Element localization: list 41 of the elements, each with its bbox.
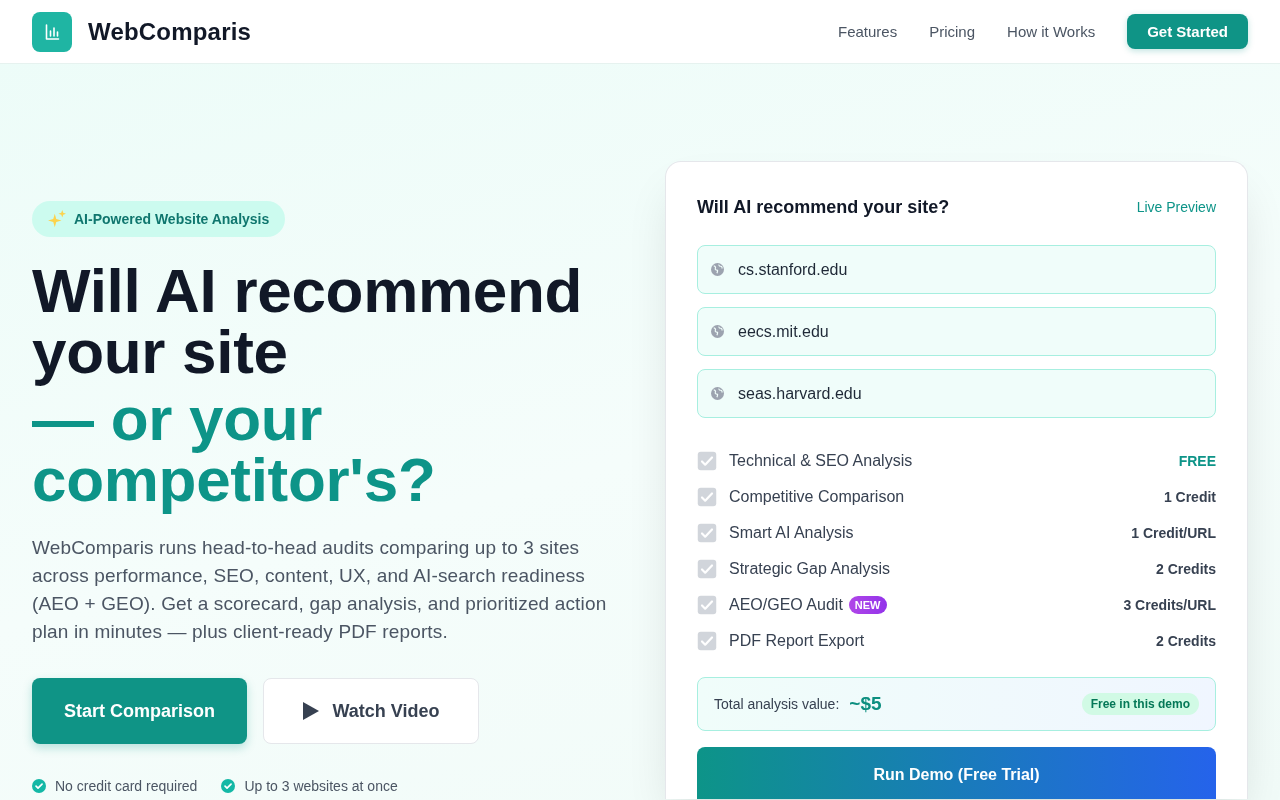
url-input[interactable]: seas.harvard.edu: [697, 369, 1216, 418]
pill-text: AI-Powered Website Analysis: [74, 211, 270, 227]
feature-label: Technical & SEO Analysis: [729, 452, 913, 470]
brand-name: WebComparis: [88, 17, 252, 46]
feature-label: PDF Report Export: [729, 632, 865, 650]
url-input[interactable]: eecs.mit.edu: [697, 307, 1216, 356]
start-comparison-button[interactable]: Start Comparison: [32, 678, 248, 744]
feature-label: Competitive Comparison: [729, 488, 905, 506]
lead-paragraph: WebComparis runs head-to-head audits comparing up to 3 sites across performance, SEO, content, UX, and AI-search readiness (AEO + GEO). Get a scorecard, gap analysis, and prioritized action plan in minutes — plus client-ready PDF reports.: [32, 536, 608, 644]
run-demo-button[interactable]: Run Demo (Free Trial): [697, 747, 1216, 799]
new-label: NEW: [848, 596, 887, 614]
total-label: Total analysis value:: [714, 696, 840, 712]
feature-label: AEO/GEO Audit: [729, 596, 843, 614]
nav-link[interactable]: How it Works: [1007, 23, 1096, 40]
live-preview-label: Live Preview: [1136, 199, 1216, 215]
perk-text: Up to 3 websites at once: [244, 777, 398, 796]
bar-chart-icon: [32, 11, 72, 52]
price-label: FREE: [1178, 453, 1216, 469]
price-label: 3 Credits/URL: [1123, 597, 1216, 613]
play-icon: [302, 702, 319, 720]
globe-icon: [711, 263, 724, 276]
check-circle-icon: [32, 779, 46, 793]
sparkle-icon: [48, 210, 66, 228]
price-label: 1 Credit: [1163, 489, 1216, 505]
price-label: 2 Credits: [1156, 561, 1216, 577]
perk-text: No credit card required: [55, 777, 198, 796]
card-title: Will AI recommend your site?: [697, 196, 950, 218]
globe-icon: [711, 325, 724, 338]
price-label: 1 Credit/URL: [1131, 525, 1216, 541]
nav-link[interactable]: Pricing: [929, 23, 976, 40]
globe-icon: [711, 387, 724, 400]
url-input[interactable]: cs.stanford.edu: [697, 245, 1216, 294]
get-started-button[interactable]: Get Started: [1127, 14, 1248, 49]
watch-video-button[interactable]: Watch Video: [263, 678, 480, 744]
feature-label: Smart AI Analysis: [729, 524, 854, 542]
price-label: 2 Credits: [1156, 633, 1216, 649]
check-circle-icon: [221, 779, 236, 793]
free-demo-note: Free in this demo: [1081, 693, 1199, 715]
feature-label: Strategic Gap Analysis: [729, 560, 890, 578]
nav-link[interactable]: Features: [838, 23, 898, 40]
total-amount: ~$5: [849, 693, 882, 715]
